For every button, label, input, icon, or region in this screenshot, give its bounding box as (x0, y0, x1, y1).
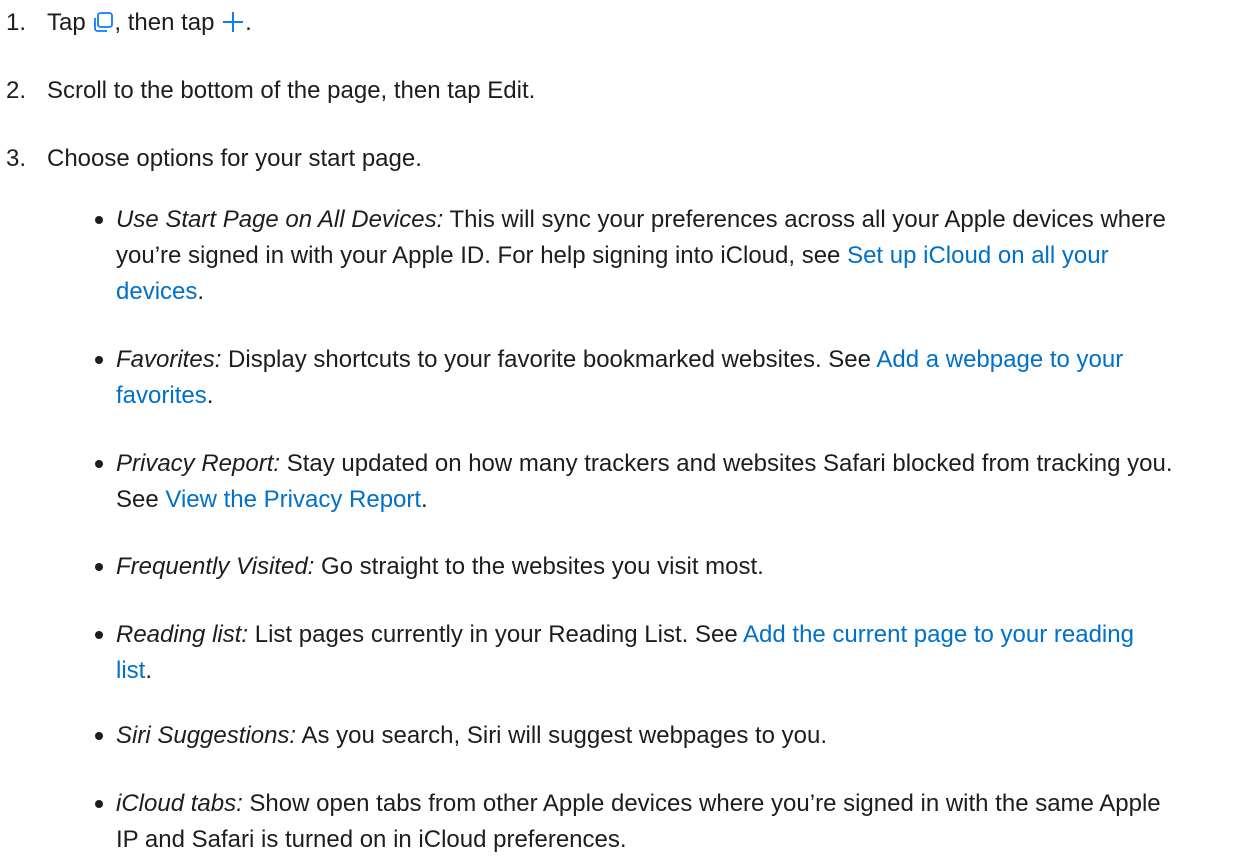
bullet-dot (95, 460, 103, 468)
option-term: Privacy Report: (116, 450, 281, 477)
option-punctuation: . (197, 278, 205, 305)
option-privacy-report: Privacy Report: Stay updated on how many… (95, 446, 1176, 518)
option-use-start-page-all-devices: Use Start Page on All Devices: This will… (95, 202, 1176, 310)
step-text-part: . (245, 9, 252, 36)
option-siri-suggestions: Siri Suggestions: As you search, Siri wi… (95, 718, 1176, 754)
option-description: Show open tabs from other Apple devices … (116, 790, 1161, 853)
option-term: Favorites: (116, 346, 222, 373)
option-term: Reading list: (116, 621, 249, 648)
step-number: 3. (6, 145, 27, 172)
option-description: List pages currently in your Reading Lis… (248, 621, 744, 648)
option-favorites: Favorites: Display shortcuts to your fav… (95, 342, 1176, 414)
step-number: 1. (6, 9, 27, 36)
step-number: 2. (6, 77, 27, 104)
step-text: Scroll to the bottom of the page, then t… (47, 77, 536, 104)
bullet-dot (95, 631, 103, 639)
option-punctuation: . (206, 382, 214, 409)
option-term: Use Start Page on All Devices: (116, 206, 444, 233)
option-frequently-visited: Frequently Visited: Go straight to the w… (95, 549, 1176, 585)
bullet-dot (95, 800, 103, 808)
option-description: Go straight to the websites you visit mo… (314, 553, 764, 580)
step-text: Tap , then tap . (47, 8, 252, 41)
option-reading-list: Reading list: List pages currently in yo… (95, 617, 1176, 689)
option-term: iCloud tabs: (116, 790, 243, 817)
option-term: Siri Suggestions: (116, 722, 297, 749)
link-view-privacy-report[interactable]: View the Privacy Report (165, 486, 421, 513)
step-text-part: Tap (47, 9, 93, 36)
bullet-dot (95, 216, 103, 224)
bullet-dot (95, 356, 103, 364)
step-text: Choose options for your start page. (47, 145, 422, 172)
step-text-part: , then tap (114, 9, 222, 36)
bullet-dot (95, 563, 103, 571)
option-description: Display shortcuts to your favorite bookm… (221, 346, 877, 373)
option-punctuation: . (145, 657, 153, 684)
option-punctuation: . (421, 486, 428, 513)
option-term: Frequently Visited: (116, 553, 315, 580)
bullet-dot (95, 732, 103, 740)
tabs-icon (92, 11, 114, 41)
plus-icon (221, 11, 245, 41)
option-icloud-tabs: iCloud tabs: Show open tabs from other A… (95, 786, 1176, 858)
option-description: As you search, Siri will suggest webpage… (296, 722, 828, 749)
